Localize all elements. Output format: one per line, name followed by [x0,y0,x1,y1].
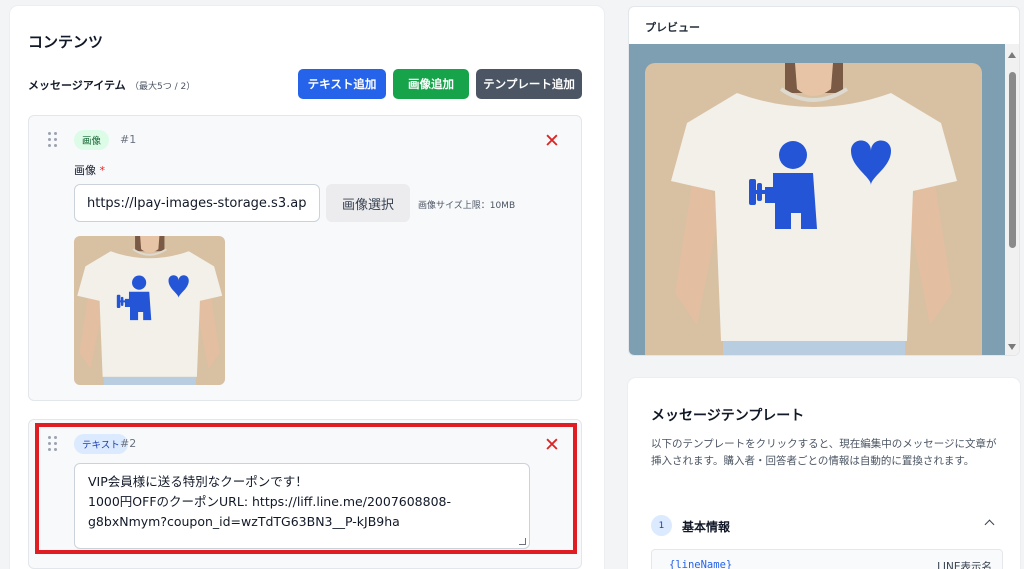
preview-panel: プレビュー [628,6,1020,356]
add-template-button[interactable]: テンプレート追加 [476,69,582,99]
scroll-down-icon[interactable] [1008,344,1016,350]
message-items-count: （最大5つ / 2） [130,82,196,92]
section-title-basic-info[interactable]: 基本情報 [682,518,730,535]
image-field-label: 画像 * [74,162,105,178]
close-icon[interactable]: ✕ [543,132,561,151]
drag-handle-icon[interactable] [48,132,58,148]
item-number: #1 [120,133,137,146]
add-text-button[interactable]: テキスト追加 [298,69,386,99]
variable-code: {lineName} [669,559,733,569]
content-title: コンテンツ [28,33,104,51]
image-size-note: 画像サイズ上限：10MB [418,201,516,211]
section-number: 1 [651,515,672,536]
template-title: メッセージテンプレート [651,408,805,424]
image-url-input[interactable]: https://lpay-images-storage.s3.ap [74,184,320,222]
item-type-badge: 画像 [74,130,110,150]
template-variable-row[interactable]: {lineName} LINE表示名 [651,549,1003,569]
select-image-button[interactable]: 画像選択 [326,184,410,222]
message-template-panel: メッセージテンプレート 以下のテンプレートをクリックすると、現在編集中のメッセー… [628,378,1020,569]
required-mark: * [99,164,106,177]
message-items-label: メッセージアイテム [28,79,126,92]
image-field-label-text: 画像 [74,164,96,177]
image-thumbnail [74,236,225,385]
preview-scrollbar[interactable] [1005,44,1019,355]
preview-image [645,63,982,356]
scroll-up-icon[interactable] [1008,52,1016,58]
message-item-image: 画像 #1 ✕ 画像 * https://lpay-images-storage… [28,115,582,401]
preview-title: プレビュー [645,21,700,34]
template-description: 以下のテンプレートをクリックすると、現在編集中のメッセージに文章が挿入されます。… [651,438,997,467]
add-image-button[interactable]: 画像追加 [393,69,469,99]
preview-area [629,44,1005,356]
scroll-thumb[interactable] [1009,72,1016,248]
highlight-box [35,423,577,554]
variable-description: LINE表示名 [937,561,992,569]
chevron-up-icon[interactable] [984,519,995,530]
